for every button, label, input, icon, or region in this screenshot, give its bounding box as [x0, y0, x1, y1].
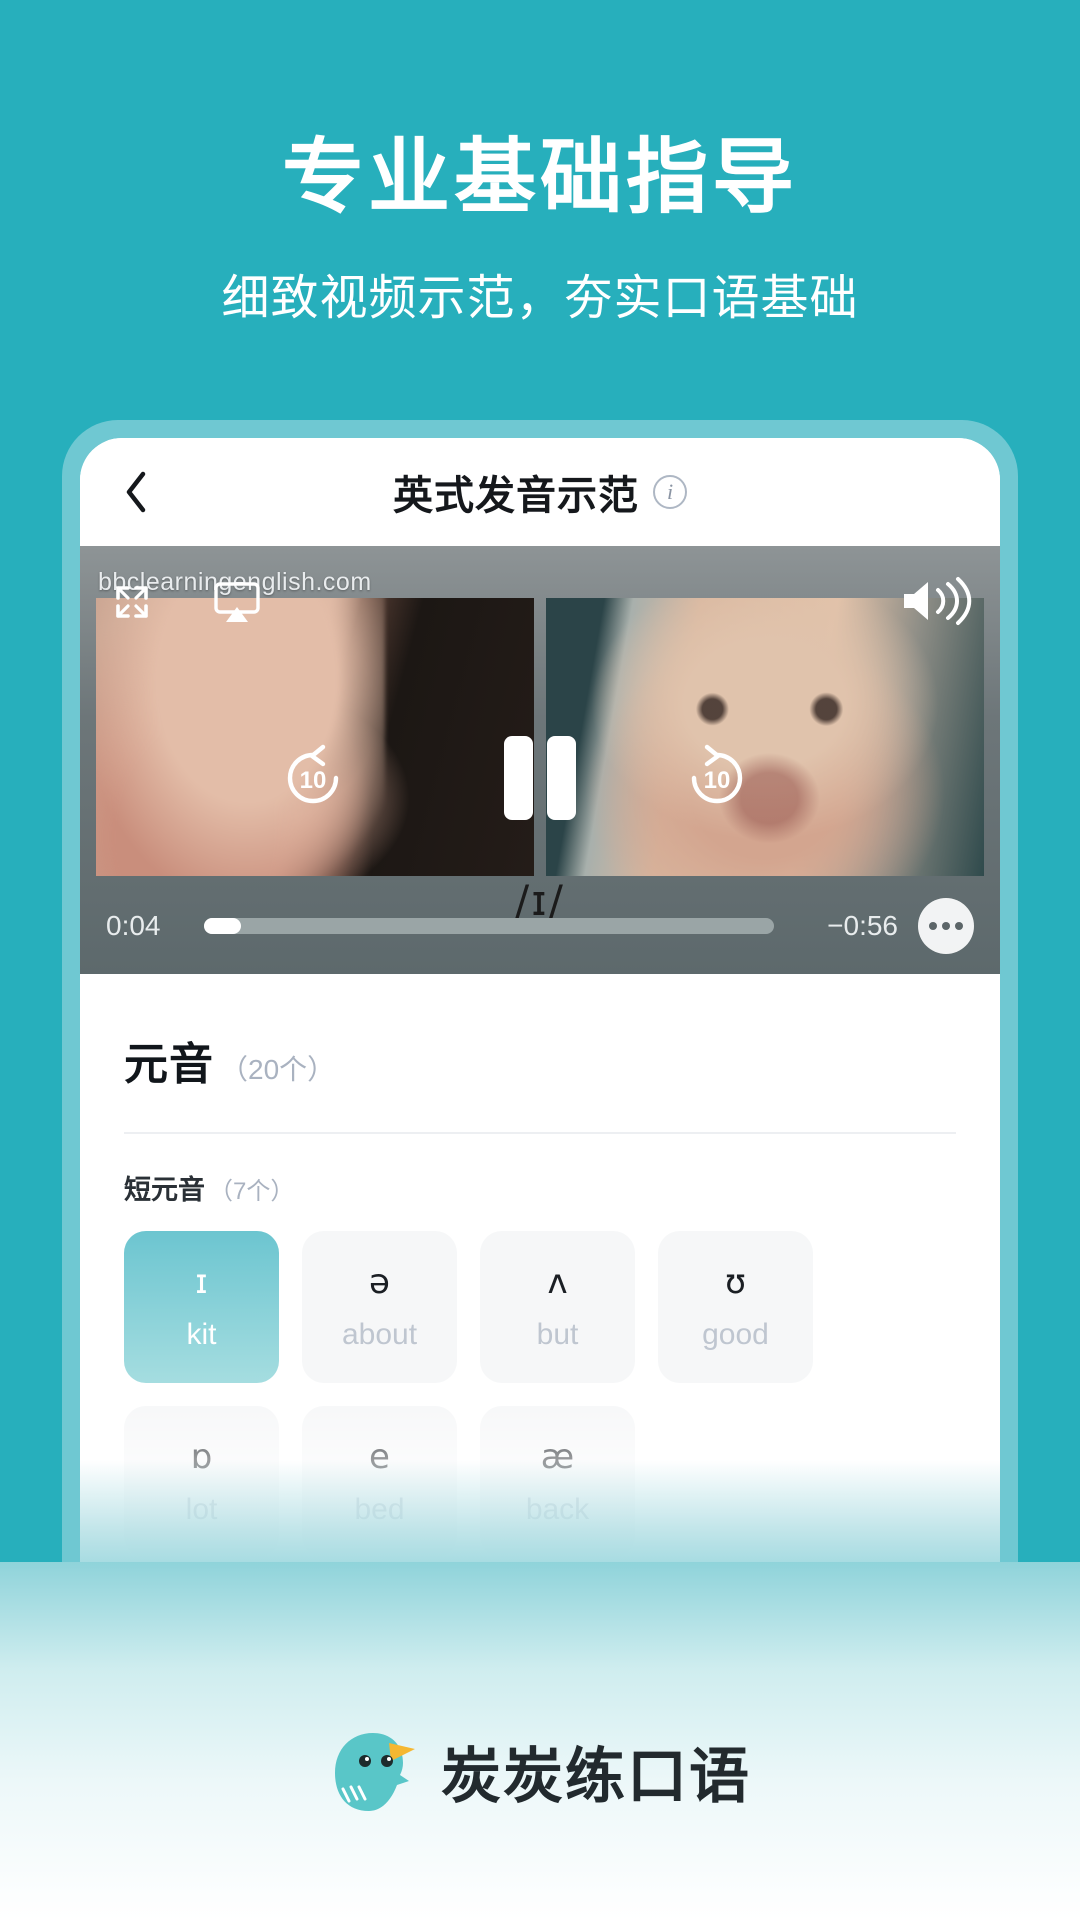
phoneme-example-word: but [536, 1318, 579, 1351]
phoneme-example-word: lot [185, 1493, 218, 1526]
video-progress-track[interactable] [204, 918, 774, 934]
phoneme-symbol: ʊ [724, 1262, 746, 1302]
current-time: 0:04 [106, 910, 161, 941]
remaining-time: −0:56 [827, 910, 898, 941]
phoneme-symbol: ɒ [190, 1437, 213, 1477]
dot-3 [955, 922, 963, 930]
phoneme-symbol: e [369, 1437, 390, 1477]
phoneme-content: 元音 （20个） 短元音 （7个） ɪ kit ə about ʌ but ʊ … [80, 974, 1000, 1558]
more-ellipsis-icon[interactable] [918, 898, 974, 954]
dot-1 [929, 922, 937, 930]
video-frame-speaker-face [546, 598, 984, 876]
phoneme-example-word: bed [354, 1493, 405, 1526]
subsection-count: （7个） [209, 1178, 295, 1205]
navbar-title-group: 英式发音示范 i [393, 463, 687, 521]
video-progress-fill [204, 918, 242, 934]
pause-bar-left [504, 736, 533, 820]
hero-banner: 专业基础指导 细致视频示范，夯实口语基础 [0, 0, 1080, 420]
pause-bar-right [547, 736, 576, 820]
phoneme-symbol: æ [540, 1437, 575, 1477]
brand-name: 炭炭练口语 [441, 1743, 751, 1810]
phoneme-tile[interactable]: ɒ lot [124, 1406, 279, 1558]
section-header-vowels: 元音 （20个） [124, 974, 956, 1092]
back-button[interactable] [114, 470, 158, 514]
volume-high-icon[interactable] [900, 576, 972, 626]
page-title: 专业基础指导 [281, 132, 798, 223]
phoneme-tile[interactable]: e bed [302, 1406, 457, 1558]
section-count: （20个） [220, 1054, 336, 1085]
phoneme-symbol: ʌ [547, 1262, 568, 1302]
navbar-title: 英式发音示范 [393, 474, 639, 518]
phoneme-tile-grid: ɪ kit ə about ʌ but ʊ good ɒ lot e bed æ… [124, 1231, 956, 1558]
phoneme-symbol: ɪ [195, 1262, 208, 1302]
video-frame-mouth-closeup [96, 598, 534, 876]
phoneme-tile[interactable]: ʌ but [480, 1231, 635, 1383]
phoneme-example-word: good [702, 1318, 769, 1351]
phone-mockup: 英式发音示范 i bbclearningenglish.com 10 10 /ɪ… [62, 420, 1018, 1562]
phoneme-tile[interactable]: ʊ good [658, 1231, 813, 1383]
video-player[interactable]: bbclearningenglish.com 10 10 /ɪ/ 0:04 −0… [80, 546, 1000, 974]
phoneme-tile[interactable]: æ back [480, 1406, 635, 1558]
subsection-title: 短元音 [124, 1175, 205, 1205]
rewind-10-button[interactable]: 10 [276, 741, 350, 815]
phoneme-example-word: about [341, 1318, 418, 1351]
app-navbar: 英式发音示范 i [80, 438, 1000, 546]
phoneme-tile[interactable]: ə about [302, 1231, 457, 1383]
section-title: 元音 [124, 1040, 214, 1089]
subsection-header-short-vowels: 短元音 （7个） [124, 1134, 956, 1207]
expand-fullscreen-icon[interactable] [110, 580, 154, 624]
chevron-left-icon [124, 471, 148, 513]
footer-area: 炭炭练口语 [0, 1562, 1080, 1920]
phoneme-tile[interactable]: ɪ kit [124, 1231, 279, 1383]
forward-10-button[interactable]: 10 [680, 741, 754, 815]
phoneme-symbol: ə [369, 1262, 390, 1302]
page-subtitle: 细致视频示范，夯实口语基础 [221, 272, 859, 325]
phone-screen: 英式发音示范 i bbclearningenglish.com 10 10 /ɪ… [80, 438, 1000, 1562]
video-controls-bar: 0:04 −0:56 [80, 898, 1000, 954]
pause-button[interactable] [504, 736, 576, 820]
phoneme-example-word: back [525, 1493, 590, 1526]
svg-text:10: 10 [300, 767, 327, 794]
airplay-icon[interactable] [213, 580, 261, 626]
info-circle-icon[interactable]: i [653, 475, 687, 509]
phoneme-example-word: kit [186, 1318, 217, 1351]
dot-2 [942, 922, 950, 930]
bird-mascot-logo [329, 1723, 417, 1820]
svg-text:10: 10 [704, 767, 731, 794]
brand-lockup: 炭炭练口语 [0, 1723, 1080, 1820]
